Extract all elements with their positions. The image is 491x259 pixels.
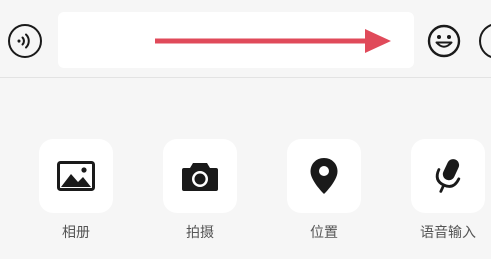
camera-icon (182, 163, 218, 191)
image-icon (57, 161, 95, 191)
message-input[interactable] (58, 12, 414, 68)
microphone-icon (435, 159, 461, 193)
shoot-label: 拍摄 (186, 225, 214, 241)
attachment-panel: 相册 拍摄 位置 语音输入 (0, 79, 491, 259)
location-tile[interactable] (287, 139, 361, 213)
album-button[interactable]: 相册 (38, 139, 114, 249)
voice-toggle-button[interactable] (8, 24, 42, 58)
album-label: 相册 (62, 225, 90, 241)
voice-input-button[interactable]: 语音输入 (410, 139, 486, 249)
shoot-button[interactable]: 拍摄 (162, 139, 238, 249)
shoot-tile[interactable] (163, 139, 237, 213)
emoji-button[interactable] (426, 23, 462, 59)
location-pin-icon (310, 158, 338, 194)
location-label: 位置 (310, 225, 338, 241)
location-button[interactable]: 位置 (286, 139, 362, 249)
voice-input-tile[interactable] (411, 139, 485, 213)
album-tile[interactable] (39, 139, 113, 213)
chat-input-screen: 相册 拍摄 位置 语音输入 (0, 0, 491, 259)
voice-input-label: 语音输入 (420, 225, 476, 241)
smiley-face-icon (427, 24, 461, 58)
more-button[interactable] (479, 23, 491, 59)
voice-input-icon (17, 33, 30, 49)
input-bar (0, 0, 491, 78)
message-input-field[interactable] (58, 12, 414, 68)
